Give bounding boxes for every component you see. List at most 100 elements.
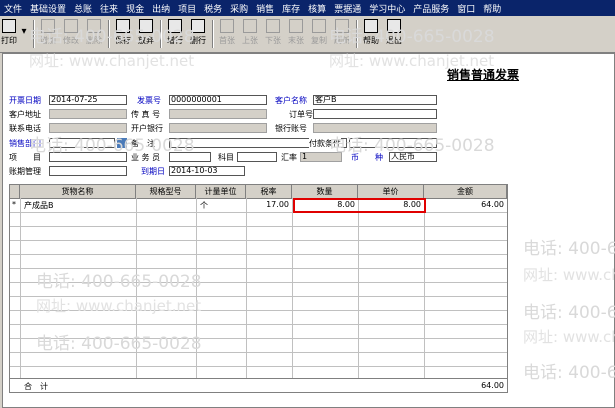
printer-icon xyxy=(2,19,16,33)
cell-tax[interactable]: 17.00 xyxy=(246,200,289,209)
column-header-price[interactable]: 单价 xyxy=(358,185,424,198)
next-icon xyxy=(266,19,280,33)
undo-icon xyxy=(139,19,153,33)
phone-field[interactable] xyxy=(49,123,127,133)
add-row-button[interactable]: 增行 xyxy=(164,18,186,50)
invoice-lines-grid: 货物名称 规格型号 计量单位 税率 数量 单价 金额 * 产成品B 个 17.0… xyxy=(9,184,508,393)
add-icon xyxy=(41,19,55,33)
total-amount: 64.00 xyxy=(481,381,504,390)
form-title: 销售普通发票 xyxy=(447,68,520,82)
due-date-field[interactable]: 2014-10-03 xyxy=(169,166,245,176)
column-header-name[interactable]: 货物名称 xyxy=(20,185,136,198)
last-button[interactable]: 末张 xyxy=(285,18,307,50)
rate-field[interactable]: 1 xyxy=(300,152,342,162)
bank-account-field[interactable] xyxy=(313,123,437,133)
menu-services[interactable]: 产品服务 xyxy=(409,2,453,15)
bill-date-field[interactable]: 2014-07-25 xyxy=(49,95,127,105)
customer-name-field[interactable]: 客户B xyxy=(313,95,437,105)
print-dropdown[interactable]: ▾ xyxy=(18,18,30,50)
column-header-spec[interactable]: 规格型号 xyxy=(136,185,196,198)
menu-file[interactable]: 文件 xyxy=(0,2,26,15)
cell-amount[interactable]: 64.00 xyxy=(424,200,504,209)
highlight-box xyxy=(293,198,426,213)
delete-row-button[interactable]: 删行 xyxy=(187,18,209,50)
watermark-phone: 电话: 400-665-0028 xyxy=(523,303,615,323)
toolbar: 打印 ▾ 增加 修改 删除 保存 放弃 增行 删行 首张 上张 下张 末张 复制… xyxy=(0,16,615,53)
refresh-button[interactable]: 刷新 xyxy=(331,18,353,50)
watermark-site: 网址: www.chanjet.net xyxy=(523,328,615,346)
edit-button[interactable]: 修改 xyxy=(60,18,82,50)
menu-project[interactable]: 项目 xyxy=(174,2,200,15)
copy-icon xyxy=(312,19,326,33)
menu-help[interactable]: 帮助 xyxy=(479,2,505,15)
prev-button[interactable]: 上张 xyxy=(239,18,261,50)
last-icon xyxy=(289,19,303,33)
menu-basic-settings[interactable]: 基础设置 xyxy=(26,2,70,15)
invoice-no-field[interactable]: 0000000001 xyxy=(169,95,267,105)
watermark-phone: 电话: 400-665-0028 xyxy=(523,363,615,383)
column-header-tax[interactable]: 税率 xyxy=(246,185,292,198)
exit-button[interactable]: 退出 xyxy=(383,18,405,50)
menu-cashier[interactable]: 出纳 xyxy=(148,2,174,15)
currency-field[interactable]: 人民币 xyxy=(389,152,437,162)
bank-field[interactable] xyxy=(169,123,267,133)
currency-label: 币 种 xyxy=(351,153,383,162)
menu-inventory[interactable]: 库存 xyxy=(278,2,304,15)
watermark-site: 网址: www.chanjet.net xyxy=(523,266,615,284)
save-button[interactable]: 保存 xyxy=(112,18,134,50)
delete-icon xyxy=(87,19,101,33)
print-button[interactable]: 打印 xyxy=(0,18,18,50)
add-button[interactable]: 增加 xyxy=(37,18,59,50)
customer-address-field[interactable] xyxy=(49,109,127,119)
watermark-site: 网址: www.chanjet.net xyxy=(29,52,195,70)
cell-unit[interactable]: 个 xyxy=(200,200,208,211)
exit-icon xyxy=(387,19,401,33)
menu-sales[interactable]: 销售 xyxy=(252,2,278,15)
column-header-unit[interactable]: 计量单位 xyxy=(196,185,246,198)
subject-label: 科目 xyxy=(218,153,234,162)
sales-dept-field[interactable] xyxy=(49,138,115,148)
due-date-label: 到期日 xyxy=(141,167,165,176)
account-mgmt-label: 账期管理 xyxy=(9,167,41,176)
menu-purchase[interactable]: 采购 xyxy=(226,2,252,15)
salesman-field[interactable] xyxy=(169,152,211,162)
subject-field[interactable] xyxy=(237,152,277,162)
menu-tax[interactable]: 税务 xyxy=(200,2,226,15)
add-row-icon xyxy=(168,19,182,33)
phone-label: 联系电话 xyxy=(9,124,41,133)
project-field[interactable] xyxy=(49,152,127,162)
refresh-icon xyxy=(335,19,349,33)
salesman-label: 业 务 员 xyxy=(131,153,161,162)
payment-terms-field[interactable] xyxy=(349,138,437,148)
grid-header-corner xyxy=(10,185,20,198)
fax-label: 传 真 号 xyxy=(131,110,161,119)
fax-field[interactable] xyxy=(169,109,267,119)
account-mgmt-field[interactable] xyxy=(49,166,127,176)
menu-costing[interactable]: 核算 xyxy=(304,2,330,15)
first-button[interactable]: 首张 xyxy=(216,18,238,50)
menu-receivables[interactable]: 往来 xyxy=(96,2,122,15)
rate-label: 汇率 xyxy=(281,153,297,162)
column-header-amount[interactable]: 金额 xyxy=(424,185,507,198)
grid-header: 货物名称 规格型号 计量单位 税率 数量 单价 金额 xyxy=(10,185,507,199)
abandon-button[interactable]: 放弃 xyxy=(135,18,157,50)
prev-icon xyxy=(243,19,257,33)
delete-button[interactable]: 删除 xyxy=(83,18,105,50)
menu-learning[interactable]: 学习中心 xyxy=(365,2,409,15)
customer-name-label: 客户名称 xyxy=(275,96,307,105)
watermark-phone: 电话: 400-665-0028 xyxy=(36,334,202,354)
watermark-phone: 电话: 400-665-0028 xyxy=(36,272,202,292)
lookup-icon[interactable] xyxy=(117,138,127,148)
cell-name[interactable]: 产成品B xyxy=(24,200,54,211)
copy-button[interactable]: 复制 xyxy=(308,18,330,50)
menu-bills[interactable]: 票据通 xyxy=(330,2,365,15)
column-header-qty[interactable]: 数量 xyxy=(292,185,358,198)
floppy-icon xyxy=(116,19,130,33)
menu-cash[interactable]: 现金 xyxy=(122,2,148,15)
edit-icon xyxy=(64,19,78,33)
menu-window[interactable]: 窗口 xyxy=(453,2,479,15)
menu-general-ledger[interactable]: 总账 xyxy=(70,2,96,15)
order-no-field[interactable] xyxy=(313,109,437,119)
next-button[interactable]: 下张 xyxy=(262,18,284,50)
help-button[interactable]: 帮助 xyxy=(360,18,382,50)
